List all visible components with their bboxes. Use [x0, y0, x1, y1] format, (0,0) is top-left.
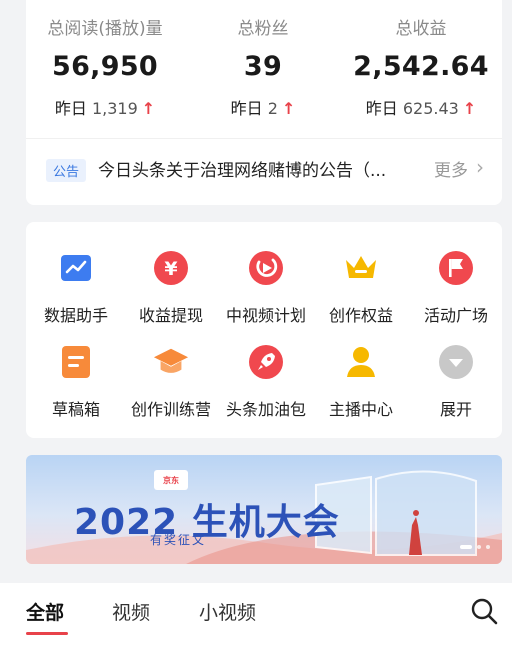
tool-label: 创作训练营 — [130, 400, 211, 419]
carousel-dots[interactable] — [460, 545, 490, 549]
delta-value: 1,319 — [91, 99, 138, 118]
notice-more-link[interactable]: 更多 — [434, 156, 468, 181]
notice-row[interactable]: 公告 今日头条关于治理网络赌博的公告（... 更多 › — [46, 155, 484, 185]
tool-label: 中视频计划 — [225, 306, 306, 325]
chevron-right-icon[interactable]: › — [476, 155, 484, 179]
anchor-person-icon — [343, 344, 379, 380]
tool-label: 活动广场 — [423, 306, 488, 325]
rocket-icon — [248, 344, 284, 380]
svg-text:¥: ¥ — [164, 258, 177, 280]
delta-prefix: 昨日 — [365, 99, 398, 118]
active-tab-indicator — [26, 632, 68, 635]
notice-badge: 公告 — [46, 159, 87, 182]
flag-icon — [438, 250, 474, 286]
arrow-up-icon: ↑ — [141, 99, 156, 118]
banner-title: 2022 生机大会 — [74, 502, 340, 543]
tool-label: 创作权益 — [328, 306, 393, 325]
tab-video[interactable]: 视频 — [112, 598, 150, 625]
stat-label: 总粉丝 — [237, 19, 289, 39]
divider — [26, 138, 502, 139]
yuan-icon: ¥ — [153, 250, 189, 286]
draft-icon — [58, 344, 94, 380]
arrow-up-icon: ↑ — [281, 99, 296, 118]
tool-label: 草稿箱 — [51, 400, 100, 419]
delta-prefix: 昨日 — [54, 99, 87, 118]
tab-short-video[interactable]: 小视频 — [199, 598, 256, 625]
jd-logo-text: 京东 — [163, 475, 179, 485]
delta-value: 2 — [267, 99, 278, 118]
tool-label: 主播中心 — [328, 400, 393, 419]
stat-label: 总收益 — [395, 19, 447, 39]
carousel-dot[interactable] — [486, 545, 490, 549]
stat-delta: 昨日 1,319 ↑ — [26, 95, 184, 119]
arrow-up-icon: ↑ — [462, 99, 477, 118]
play-icon — [248, 250, 284, 286]
tab-all[interactable]: 全部 — [26, 598, 64, 625]
stat-value: 39 — [243, 51, 283, 82]
tool-label: 展开 — [439, 400, 472, 419]
crown-icon — [343, 250, 379, 286]
carousel-dot-active[interactable] — [460, 545, 472, 549]
notice-text[interactable]: 今日头条关于治理网络赌博的公告（... — [98, 156, 386, 181]
delta-value: 625.43 — [402, 99, 459, 118]
delta-prefix: 昨日 — [230, 99, 263, 118]
stat-value: 2,542.64 — [353, 51, 489, 82]
stat-value: 56,950 — [52, 51, 158, 82]
chart-icon — [58, 250, 94, 286]
content-tab-bar: 全部 视频 小视频 — [0, 583, 512, 645]
stats-card: 总阅读(播放)量 56,950 昨日 1,319 ↑ 总粉丝 39 昨日 2 ↑ 总… — [26, 0, 502, 205]
banner-subtitle: 有奖征文 — [150, 533, 207, 547]
graduation-cap-icon — [153, 344, 189, 380]
tool-label: 头条加油包 — [225, 400, 306, 419]
stat-label: 总阅读(播放)量 — [47, 19, 163, 39]
promo-banner[interactable]: 京东 2022 生机大会 有奖征文 — [26, 455, 502, 564]
stat-delta: 昨日 625.43 ↑ — [342, 95, 500, 119]
search-icon[interactable] — [470, 597, 498, 625]
tool-label: 数据助手 — [43, 306, 108, 325]
tool-label: 收益提现 — [138, 306, 203, 325]
stat-delta: 昨日 2 ↑ — [184, 95, 342, 119]
chevron-down-icon — [438, 344, 474, 380]
jd-logo: 京东 — [154, 470, 188, 490]
carousel-dot[interactable] — [477, 545, 481, 549]
tools-card: 数据助手 ¥ 收益提现 中视频计划 创作权益 活动广场 草稿箱 创作训练营 头条… — [26, 222, 502, 438]
